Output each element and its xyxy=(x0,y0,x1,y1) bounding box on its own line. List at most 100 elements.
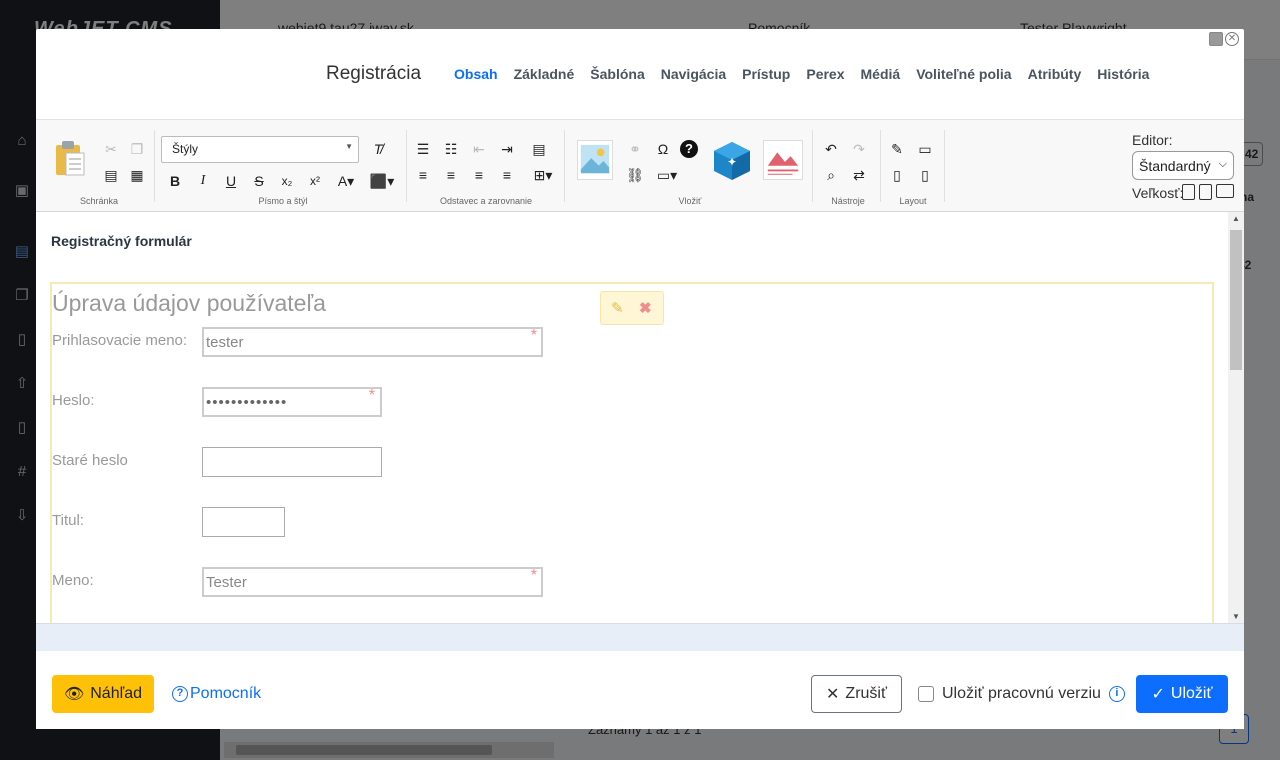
outdent-icon[interactable]: ⇤ xyxy=(468,138,490,160)
editor-value: Štandardný xyxy=(1139,158,1211,174)
editor-status-strip xyxy=(36,623,1244,651)
bold-icon[interactable]: B xyxy=(164,170,186,192)
find-icon[interactable]: ⌕ xyxy=(820,164,842,186)
preview-label: Náhľad xyxy=(90,685,143,702)
replace-icon[interactable]: ⇄ xyxy=(848,164,870,186)
title-input[interactable] xyxy=(202,507,285,537)
tools-group-label: Nástroje xyxy=(831,196,865,206)
form-icon[interactable]: ▭▾ xyxy=(652,164,682,186)
tab-volitelne-polia[interactable]: Voliteľné polia xyxy=(916,66,1011,82)
old-password-input[interactable] xyxy=(202,447,382,477)
phone-size-icon[interactable] xyxy=(1182,184,1195,200)
help-link[interactable]: ? Pomocník xyxy=(172,685,261,703)
edit-pencil-icon[interactable]: ✎ xyxy=(611,299,624,317)
password-value: ••••••••••••• xyxy=(206,394,288,411)
draft-checkbox[interactable] xyxy=(918,686,934,702)
first-name-label: Meno: xyxy=(52,572,94,589)
background-color-icon[interactable]: ⬛▾ xyxy=(368,170,396,192)
eye-icon: 👁 xyxy=(63,686,85,703)
unlink-icon[interactable]: ⚭ xyxy=(624,138,646,160)
info-icon[interactable]: i xyxy=(1108,686,1125,702)
italic-icon[interactable]: I xyxy=(192,170,214,192)
tab-pristup[interactable]: Prístup xyxy=(742,66,790,82)
username-input[interactable]: tester * xyxy=(202,327,543,357)
desktop-size-icon[interactable] xyxy=(1216,184,1234,198)
tab-media[interactable]: Médiá xyxy=(861,66,901,82)
tab-historia[interactable]: História xyxy=(1097,66,1149,82)
paste-text-icon[interactable]: ▤ xyxy=(100,164,122,186)
tab-perex[interactable]: Perex xyxy=(806,66,844,82)
content-heading: Registračný formulár xyxy=(51,233,192,249)
help-icon[interactable]: ? xyxy=(680,140,698,158)
insert-image-icon[interactable] xyxy=(577,140,613,180)
required-marker: * xyxy=(368,387,376,404)
modal-footer: 👁 Náhľad ? Pomocník ✕ Zrušiť Uložiť prac… xyxy=(36,651,1244,729)
close-icon: ✕ xyxy=(826,686,840,703)
scroll-down-icon[interactable]: ▼ xyxy=(1232,612,1240,621)
tab-atributy[interactable]: Atribúty xyxy=(1028,66,1082,82)
undo-icon[interactable]: ↶ xyxy=(820,138,842,160)
special-char-icon[interactable]: Ω xyxy=(652,138,674,160)
superscript-icon[interactable]: x² xyxy=(304,170,326,192)
insert-gallery-icon[interactable] xyxy=(763,140,803,180)
styles-value: Štýly xyxy=(172,142,199,156)
modal-header: Registrácia Obsah Základné Šablóna Navig… xyxy=(36,29,1244,119)
underline-icon[interactable]: U xyxy=(220,170,242,192)
scroll-up-icon[interactable]: ▲ xyxy=(1232,214,1240,223)
tab-sablona[interactable]: Šablóna xyxy=(590,66,644,82)
align-justify-icon[interactable]: ≡ xyxy=(496,164,518,186)
question-icon: ? xyxy=(172,686,188,702)
tablet-size-icon[interactable] xyxy=(1199,184,1212,200)
block-icon[interactable]: ▤ xyxy=(528,138,550,160)
cut-icon[interactable]: ✂ xyxy=(100,138,122,160)
table-icon[interactable]: ⊞▾ xyxy=(528,164,558,186)
save-button[interactable]: ✓ Uložiť xyxy=(1136,675,1228,713)
align-center-icon[interactable]: ≡ xyxy=(440,164,462,186)
insert-component-icon[interactable]: ✦ xyxy=(712,140,752,182)
first-name-value: Tester xyxy=(206,574,247,591)
paste-word-icon[interactable]: ▦ xyxy=(126,164,148,186)
numbered-list-icon[interactable]: ☷ xyxy=(440,138,462,160)
username-value: tester xyxy=(206,334,244,351)
draft-label: Uložiť pracovnú verziu xyxy=(942,685,1101,702)
phone-icon[interactable]: ▯ xyxy=(914,164,936,186)
cancel-label: Zrušiť xyxy=(845,685,887,702)
copy-icon[interactable]: ❐ xyxy=(126,138,148,160)
subscript-icon[interactable]: x₂ xyxy=(276,170,298,192)
insert-group-label: Vložiť xyxy=(678,196,702,206)
editor-select[interactable]: Štandardný ⌵ xyxy=(1132,151,1234,180)
delete-icon[interactable]: ✖ xyxy=(639,299,652,317)
tab-obsah[interactable]: Obsah xyxy=(454,66,498,82)
font-group-label: Písmo a štýl xyxy=(258,196,308,206)
preview-button[interactable]: 👁 Náhľad xyxy=(52,675,154,713)
content-scrollbar[interactable]: ▲ ▼ xyxy=(1228,212,1244,623)
registration-form[interactable]: Úprava údajov používateľa Prihlasovacie … xyxy=(50,282,1214,623)
desktop-icon[interactable]: ▭ xyxy=(914,138,936,160)
redo-icon[interactable]: ↷ xyxy=(848,138,870,160)
tab-zakladne[interactable]: Základné xyxy=(514,66,575,82)
editor-content[interactable]: Registračný formulár Úprava údajov použí… xyxy=(36,212,1228,623)
tablet-icon[interactable]: ▯ xyxy=(886,164,908,186)
save-label: Uložiť xyxy=(1170,685,1213,702)
tab-navigacia[interactable]: Navigácia xyxy=(661,66,726,82)
form-floating-tools: ✎ ✖ xyxy=(600,291,664,325)
edit-mode-icon[interactable]: ✎ xyxy=(886,138,908,160)
styles-dropdown[interactable]: Štýly ▼ xyxy=(161,136,359,163)
remove-format-icon[interactable]: T̸ xyxy=(367,138,389,160)
svg-text:✦: ✦ xyxy=(727,155,737,169)
indent-icon[interactable]: ⇥ xyxy=(496,138,518,160)
align-left-icon[interactable]: ≡ xyxy=(412,164,434,186)
cancel-button[interactable]: ✕ Zrušiť xyxy=(811,675,902,713)
chevron-down-icon: ▼ xyxy=(345,142,353,151)
bullet-list-icon[interactable]: ☰ xyxy=(412,138,434,160)
align-right-icon[interactable]: ≡ xyxy=(468,164,490,186)
strikethrough-icon[interactable]: S xyxy=(248,170,270,192)
link-icon[interactable]: ⛓ xyxy=(624,164,646,186)
first-name-input[interactable]: Tester * xyxy=(202,567,543,597)
paste-icon[interactable] xyxy=(54,139,88,179)
password-input[interactable]: ••••••••••••• * xyxy=(202,387,382,417)
password-label: Heslo: xyxy=(52,392,95,409)
text-color-icon[interactable]: A▾ xyxy=(332,170,360,192)
form-title: Úprava údajov používateľa xyxy=(52,290,326,316)
chevron-down-icon: ⌵ xyxy=(1218,158,1227,170)
